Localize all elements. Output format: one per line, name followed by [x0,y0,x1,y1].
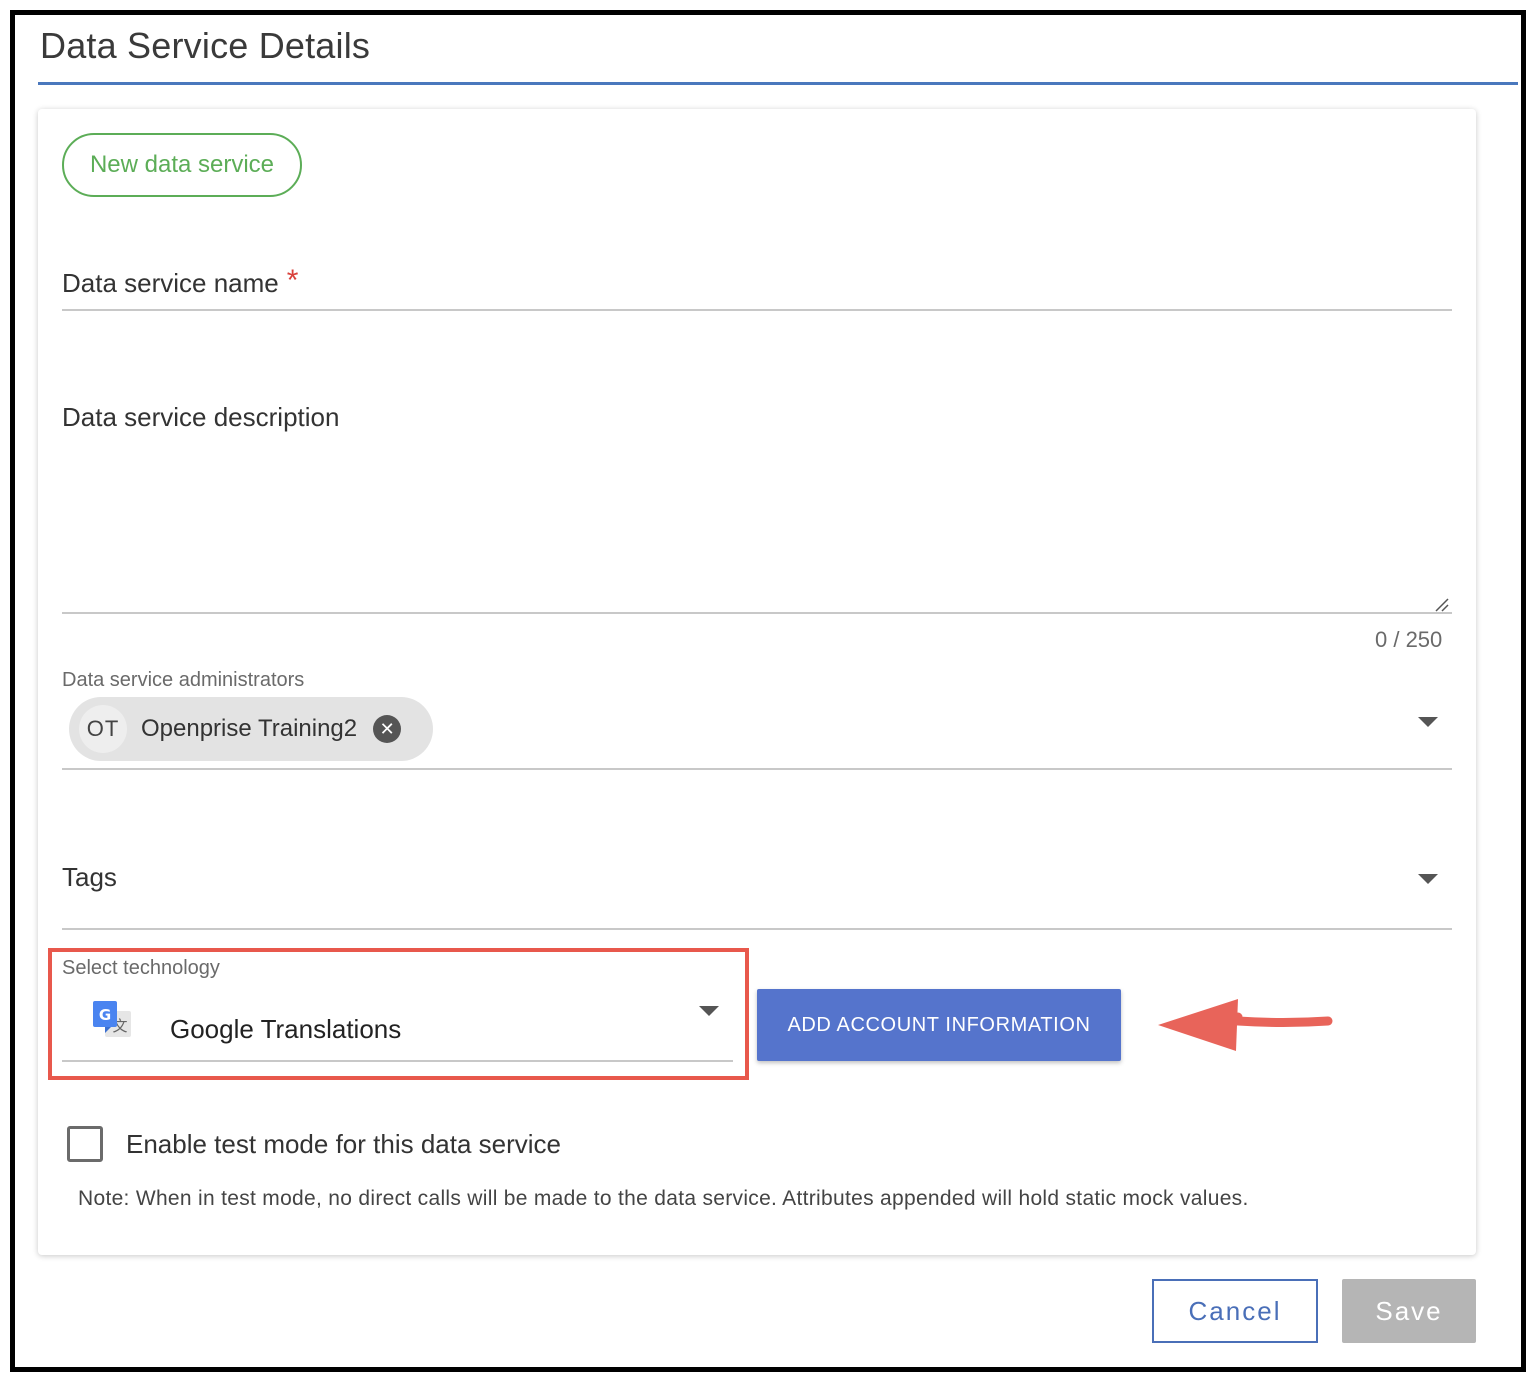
required-asterisk: * [286,264,299,297]
administrators-dropdown-caret-icon[interactable] [1418,717,1438,727]
tags-underline [62,928,1452,930]
test-mode-checkbox[interactable] [67,1126,103,1162]
technology-dropdown-caret-icon[interactable] [699,1006,719,1016]
title-divider [38,82,1518,85]
technology-select[interactable]: Google Translations [170,1014,401,1045]
new-data-service-button[interactable]: New data service [62,133,302,197]
administrators-underline [62,768,1452,770]
data-service-name-label: Data service name [62,268,279,298]
description-underline [62,612,1452,614]
admin-chip: OT Openprise Training2 ✕ [69,697,433,761]
tags-select[interactable]: Tags [62,862,117,893]
test-mode-label[interactable]: Enable test mode for this data service [126,1129,561,1160]
remove-chip-icon[interactable]: ✕ [373,715,402,743]
save-button[interactable]: Save [1342,1279,1476,1343]
avatar: OT [79,705,127,753]
name-underline [62,309,1452,311]
tags-dropdown-caret-icon[interactable] [1418,874,1438,884]
page-title: Data Service Details [40,25,371,66]
technology-label: Select technology [62,957,220,979]
description-char-counter: 0 / 250 [1375,627,1443,652]
technology-underline [62,1060,733,1062]
test-mode-note: Note: When in test mode, no direct calls… [78,1187,1249,1210]
svg-text:G: G [99,1006,111,1024]
administrators-label: Data service administrators [62,669,305,691]
add-account-information-button[interactable]: ADD ACCOUNT INFORMATION [757,989,1121,1061]
data-service-name-field[interactable]: Data service name * [62,264,298,299]
resize-handle-icon[interactable] [1433,596,1449,612]
details-card: New data service Data service name * Data… [38,109,1476,1255]
google-translate-icon: 文 G [93,1001,131,1037]
cancel-button[interactable]: Cancel [1152,1279,1318,1343]
dialog-frame: Data Service Details New data service Da… [10,10,1526,1372]
admin-chip-name: Openprise Training2 [141,715,358,742]
annotation-arrow-icon [1158,999,1333,1051]
data-service-description-label[interactable]: Data service description [62,402,339,433]
